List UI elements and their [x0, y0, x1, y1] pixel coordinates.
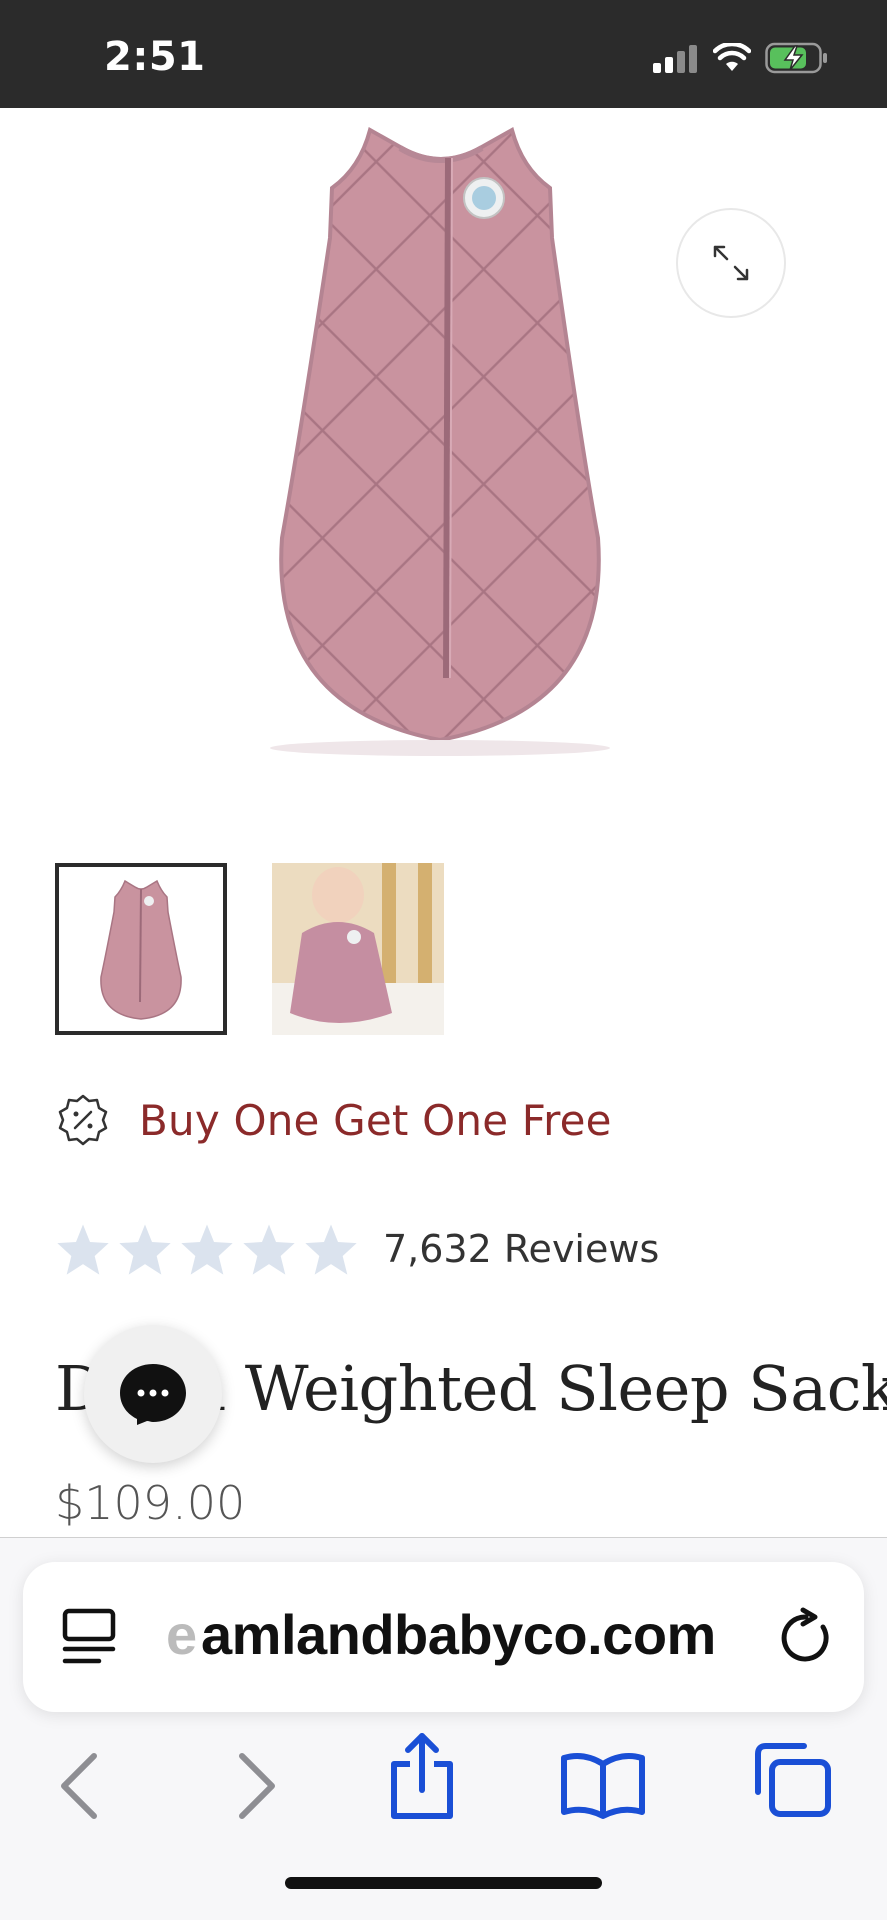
promo-banner: Buy One Get One Free — [55, 1092, 612, 1148]
star-icon — [181, 1224, 233, 1275]
rating-stars — [55, 1222, 359, 1276]
discount-badge-icon — [58, 1094, 108, 1146]
thumbnail-1-selected[interactable] — [55, 863, 227, 1035]
address-bar[interactable]: e amlandbabyco.com — [23, 1562, 864, 1712]
reviews-summary[interactable]: 7,632 Reviews — [55, 1222, 659, 1276]
tabs-icon[interactable] — [750, 1742, 834, 1820]
expand-icon — [713, 245, 749, 281]
product-title-right: n Weighted Sleep Sack — [186, 1352, 887, 1425]
expand-image-button[interactable] — [676, 208, 786, 318]
thumbnail-2[interactable] — [272, 863, 444, 1035]
forward-chevron-icon[interactable] — [232, 1750, 282, 1822]
browser-toolbar — [0, 1733, 887, 1838]
home-indicator[interactable] — [285, 1877, 602, 1889]
reload-icon[interactable] — [775, 1607, 837, 1669]
chat-bubble-icon — [120, 1364, 186, 1425]
status-icons — [653, 42, 829, 74]
battery-charging-icon — [765, 42, 829, 74]
star-icon — [119, 1224, 171, 1275]
status-time: 2:51 — [104, 34, 206, 80]
bookmarks-icon[interactable] — [560, 1750, 646, 1820]
reviews-count[interactable]: 7,632 Reviews — [383, 1227, 659, 1271]
thumbnail-baby-photo — [272, 863, 444, 1035]
share-icon[interactable] — [386, 1730, 458, 1822]
product-price: $109.00 — [55, 1476, 246, 1530]
status-bar: 2:51 — [0, 0, 887, 108]
wifi-icon — [713, 43, 751, 73]
back-chevron-icon[interactable] — [54, 1750, 104, 1822]
browser-chrome: e amlandbabyco.com — [0, 1537, 887, 1920]
url-text[interactable]: amlandbabyco.com — [201, 1602, 801, 1667]
star-icon — [305, 1224, 357, 1275]
chat-button[interactable] — [84, 1325, 222, 1463]
promo-text: Buy One Get One Free — [139, 1095, 612, 1145]
page-menu-icon[interactable] — [61, 1607, 119, 1667]
cellular-signal-icon — [653, 43, 699, 73]
star-icon — [57, 1224, 109, 1275]
thumbnail-sleep-sack-image — [100, 879, 182, 1020]
product-image[interactable] — [0, 108, 887, 808]
url-faded-prefix: e — [166, 1603, 198, 1666]
star-icon — [243, 1224, 295, 1275]
